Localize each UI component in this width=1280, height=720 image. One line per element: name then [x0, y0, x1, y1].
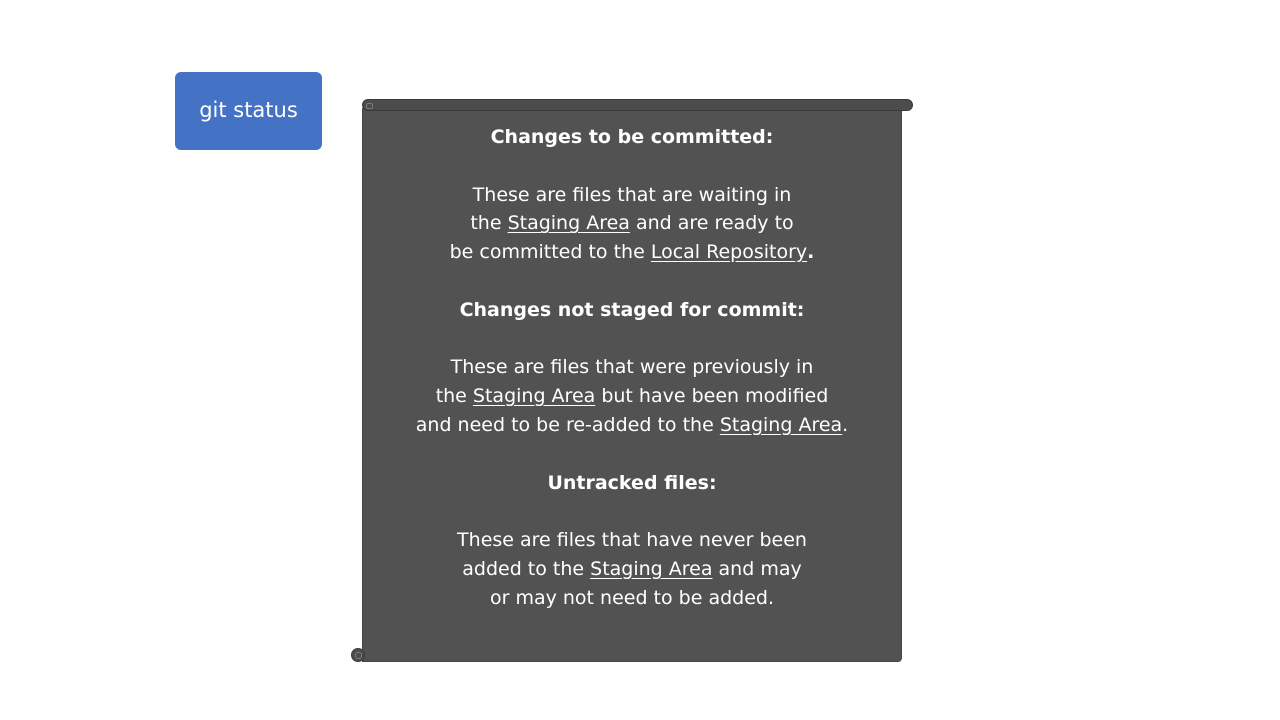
staging-area-link: Staging Area — [590, 557, 713, 580]
section-line: the Staging Area but have been modified — [435, 385, 829, 408]
section-line: be committed to the Local Repository. — [449, 241, 815, 264]
section-line: and need to be re-added to the Staging A… — [415, 413, 849, 436]
staging-area-link: Staging Area — [719, 413, 843, 436]
staging-area-link: Staging Area — [472, 385, 596, 408]
section-line: or may not need to be added. — [489, 586, 775, 609]
scroll-content: Changes to be committed: These are files… — [363, 123, 901, 613]
staging-area-link: Staging Area — [507, 212, 630, 235]
scroll-top-curl-icon — [366, 103, 373, 109]
section-line: These are files that are waiting in — [472, 183, 792, 206]
section-line: added to the Staging Area and may — [462, 557, 802, 580]
section-heading-not-staged: Changes not staged for commit: — [459, 298, 805, 321]
section-line: These are files that have never been — [457, 529, 807, 552]
section-line: These are files that were previously in — [450, 356, 814, 379]
scroll-panel: Changes to be committed: These are files… — [351, 99, 913, 663]
section-line: the Staging Area and are ready to — [470, 212, 794, 235]
section-heading-untracked: Untracked files: — [547, 471, 717, 494]
git-status-button[interactable]: git status — [175, 72, 322, 150]
local-repository-link: Local Repository — [650, 241, 808, 264]
scroll-top-roll — [362, 99, 913, 111]
section-heading-staged: Changes to be committed: — [490, 126, 774, 148]
scroll-bottom-curl-icon — [351, 648, 365, 662]
